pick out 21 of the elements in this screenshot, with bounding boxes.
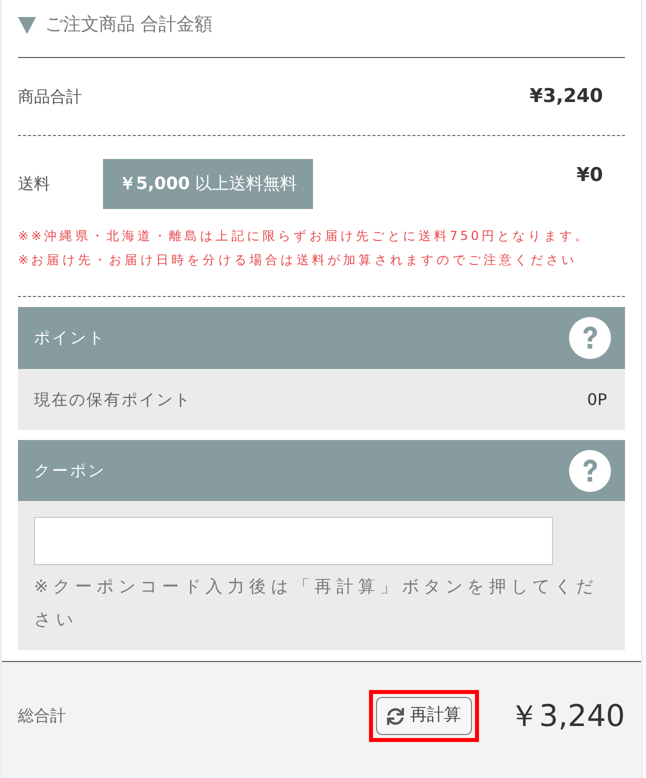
points-label: 現在の保有ポイント [34,388,192,410]
caret-icon[interactable] [18,16,36,34]
refresh-icon [387,708,404,724]
total-label: 総合計 [18,705,66,727]
coupon-note: ※クーポンコード入力後は「再計算」ボタンを押してください [34,576,600,632]
help-icon[interactable] [569,450,611,492]
subtotal-label: 商品合計 [18,86,82,108]
shipping-label: 送料 [18,173,51,195]
shipping-note: ※お届け先・お届け日時を分ける場合は送料が加算されますのでご注意ください [18,251,578,269]
recalc-button[interactable]: 再計算 [376,697,472,735]
shipping-note: ※※沖縄県・北海道・離島は上記に限らずお届け先ごとに送料750円となります。 [18,227,591,245]
subtotal-value: ¥3,240 [530,84,603,110]
section-title: ご注文商品 合計金額 [45,13,213,37]
shipping-value: ¥0 [576,163,603,188]
free-shipping-badge: ￥5,000 以上送料無料 [103,159,314,209]
help-icon[interactable] [569,317,611,359]
points-title: ポイント [34,327,106,349]
coupon-input-field[interactable] [34,517,553,565]
total-value: ￥3,240 [509,698,625,736]
points-value: 0P [587,388,607,410]
coupon-title: クーポン [34,460,106,482]
